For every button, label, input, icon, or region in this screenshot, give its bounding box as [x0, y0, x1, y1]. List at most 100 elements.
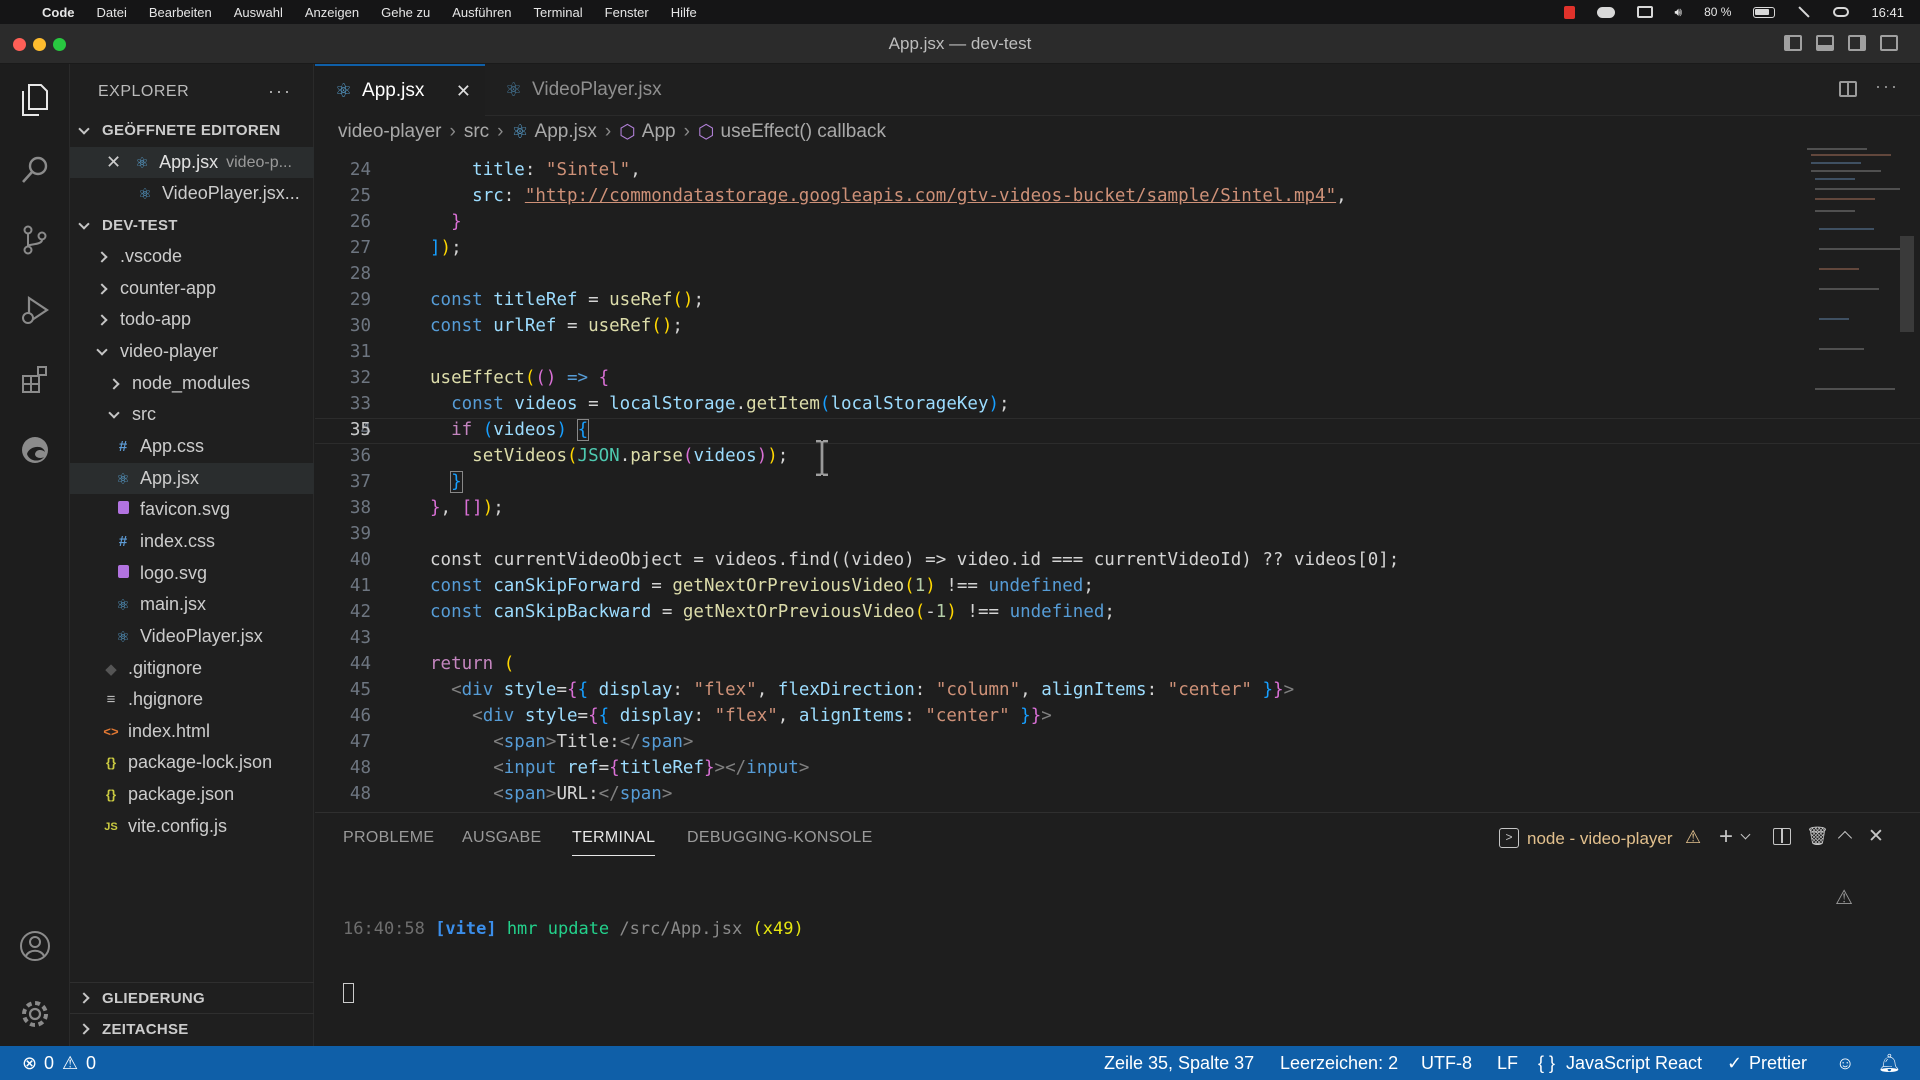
- tree-file-hgignore[interactable]: ≡ .hgignore: [70, 684, 314, 715]
- maximize-panel-icon[interactable]: [1837, 830, 1853, 846]
- trash-icon[interactable]: 🗑︎: [1806, 826, 1829, 847]
- search-icon[interactable]: [13, 148, 57, 192]
- tree-folder-vscode[interactable]: .vscode: [70, 241, 314, 272]
- tree-folder-video-player[interactable]: video-player: [70, 336, 314, 367]
- code-editor[interactable]: id: "3", 24 title: "Sintel", 25 src: "ht…: [315, 148, 1920, 812]
- display-icon[interactable]: [1636, 6, 1653, 18]
- control-center-icon[interactable]: [1833, 7, 1850, 17]
- feedback-icon[interactable]: ☺: [1836, 1053, 1854, 1074]
- editor-scrollbar-thumb[interactable]: [1900, 236, 1914, 332]
- code-url-string[interactable]: "http://commondatastorage.googleapis.com…: [525, 186, 1336, 206]
- code-line: title: "Sintel",: [472, 160, 641, 180]
- language-mode[interactable]: JavaScript React: [1566, 1053, 1702, 1074]
- chevron-down-icon[interactable]: [1740, 829, 1751, 840]
- indentation[interactable]: Leerzeichen: 2: [1280, 1053, 1398, 1074]
- tree-file-index-html[interactable]: <> index.html: [70, 716, 314, 747]
- notifications-bell-icon[interactable]: 🔔︎: [1878, 1053, 1901, 1074]
- cloud-icon[interactable]: [1596, 6, 1615, 18]
- bottom-panel: PROBLEME AUSGABE TERMINAL DEBUGGING-KONS…: [315, 812, 1920, 1046]
- line-number: 25: [349, 186, 371, 206]
- tree-file-package-lock-json[interactable]: {} package-lock.json: [70, 747, 314, 778]
- tree-file-vite-config-js[interactable]: JS vite.config.js: [70, 811, 314, 842]
- tree-file-package-json[interactable]: {} package.json: [70, 779, 314, 810]
- tab-debugging-konsole[interactable]: DEBUGGING-KONSOLE: [687, 829, 873, 847]
- more-actions-icon[interactable]: ···: [268, 81, 292, 102]
- toggle-panel-icon[interactable]: [1816, 35, 1834, 51]
- breadcrumb-src[interactable]: src: [464, 121, 489, 143]
- settings-gear-icon[interactable]: [13, 992, 57, 1036]
- error-icon[interactable]: ⊗: [22, 1053, 37, 1074]
- tree-file-gitignore[interactable]: ◆ .gitignore: [70, 653, 314, 684]
- menu-anzeigen[interactable]: Anzeigen: [305, 5, 359, 20]
- tree-folder-counter-app[interactable]: counter-app: [70, 273, 314, 304]
- workspace-section[interactable]: DEV-TEST: [70, 210, 314, 241]
- prettier-status[interactable]: Prettier: [1749, 1053, 1807, 1074]
- tab-app-jsx[interactable]: ⚛ App.jsx ✕: [315, 64, 485, 116]
- encoding[interactable]: UTF-8: [1421, 1053, 1472, 1074]
- minimap[interactable]: [1805, 148, 1909, 448]
- tree-folder-todo-app[interactable]: todo-app: [70, 304, 314, 335]
- split-terminal-icon[interactable]: [1773, 828, 1791, 845]
- tree-file-logo-svg[interactable]: logo.svg: [70, 558, 314, 589]
- tab-probleme[interactable]: PROBLEME: [343, 829, 434, 847]
- close-tab-icon[interactable]: ✕: [456, 81, 471, 102]
- menu-ausfuehren[interactable]: Ausführen: [452, 5, 511, 20]
- open-editors-section[interactable]: GEÖFFNETE EDITOREN: [70, 115, 314, 146]
- menu-auswahl[interactable]: Auswahl: [234, 5, 283, 20]
- error-count[interactable]: 0: [44, 1053, 54, 1074]
- tree-file-videoplayer-jsx[interactable]: ⚛ VideoPlayer.jsx: [70, 621, 314, 652]
- tree-file-main-jsx[interactable]: ⚛ main.jsx: [70, 589, 314, 620]
- menu-bearbeiten[interactable]: Bearbeiten: [149, 5, 212, 20]
- tree-file-app-jsx[interactable]: ⚛ App.jsx: [70, 463, 314, 494]
- split-editor-icon[interactable]: [1839, 81, 1857, 97]
- extensions-icon[interactable]: [13, 358, 57, 402]
- source-control-icon[interactable]: [13, 218, 57, 262]
- customize-layout-icon[interactable]: [1880, 35, 1898, 51]
- breadcrumb-useeffect[interactable]: useEffect() callback: [721, 121, 886, 143]
- timeline-section[interactable]: ZEITACHSE: [70, 1013, 314, 1044]
- volume-icon[interactable]: 🔊︎: [1675, 5, 1683, 20]
- cursor-position[interactable]: Zeile 35, Spalte 37: [1104, 1053, 1254, 1074]
- toggle-secondary-sidebar-icon[interactable]: [1848, 35, 1866, 51]
- toggle-primary-sidebar-icon[interactable]: [1784, 35, 1802, 51]
- open-editor-videoplayer-jsx[interactable]: ⚛ VideoPlayer.jsx...: [70, 178, 314, 209]
- close-icon[interactable]: ✕: [106, 152, 121, 173]
- menu-app-name[interactable]: Code: [42, 5, 75, 20]
- breadcrumb-video-player[interactable]: video-player: [338, 121, 442, 143]
- tree-folder-src[interactable]: src: [70, 399, 314, 430]
- run-debug-icon[interactable]: [13, 288, 57, 332]
- code-line: src: "http://commondatastorage.googleapi…: [472, 186, 1347, 206]
- terminal-output[interactable]: 16:40:58 [vite] hmr update /src/App.jsx …: [343, 879, 804, 1043]
- tree-file-index-css[interactable]: # index.css: [70, 526, 314, 557]
- line-number: 48: [349, 784, 371, 804]
- battery-icon[interactable]: [1753, 6, 1776, 18]
- menu-fenster[interactable]: Fenster: [605, 5, 649, 20]
- warning-count[interactable]: 0: [86, 1053, 96, 1074]
- breadcrumb-app[interactable]: App: [642, 121, 676, 143]
- new-terminal-icon[interactable]: +: [1719, 823, 1733, 851]
- tab-terminal[interactable]: TERMINAL: [572, 829, 656, 856]
- open-editor-app-jsx[interactable]: ✕ ⚛ App.jsx video-p...: [70, 147, 314, 178]
- menu-gehe-zu[interactable]: Gehe zu: [381, 5, 430, 20]
- tab-ausgabe[interactable]: AUSGABE: [462, 829, 541, 847]
- outline-section[interactable]: GLIEDERUNG: [70, 982, 314, 1013]
- tree-folder-node-modules[interactable]: node_modules: [70, 368, 314, 399]
- tree-file-app-css[interactable]: # App.css: [70, 431, 314, 462]
- terminal-name[interactable]: node - video-player: [1527, 829, 1673, 849]
- tab-videoplayer-jsx[interactable]: ⚛ VideoPlayer.jsx: [485, 64, 685, 116]
- breadcrumb-app-jsx[interactable]: App.jsx: [535, 121, 597, 143]
- menu-hilfe[interactable]: Hilfe: [671, 5, 697, 20]
- recording-icon[interactable]: [1563, 5, 1575, 19]
- wifi-off-icon[interactable]: [1798, 6, 1811, 18]
- react-file-icon: ⚛: [116, 596, 130, 614]
- tree-file-favicon-svg[interactable]: favicon.svg: [70, 494, 314, 525]
- menu-terminal[interactable]: Terminal: [534, 5, 583, 20]
- warning-icon[interactable]: ⚠: [62, 1053, 78, 1074]
- end-of-line[interactable]: LF: [1497, 1053, 1518, 1074]
- edge-devtools-icon[interactable]: [13, 428, 57, 472]
- account-icon[interactable]: [13, 924, 57, 968]
- explorer-icon[interactable]: [13, 78, 57, 122]
- close-panel-icon[interactable]: ✕: [1868, 825, 1884, 848]
- menu-datei[interactable]: Datei: [97, 5, 127, 20]
- more-actions-icon[interactable]: ···: [1875, 76, 1899, 97]
